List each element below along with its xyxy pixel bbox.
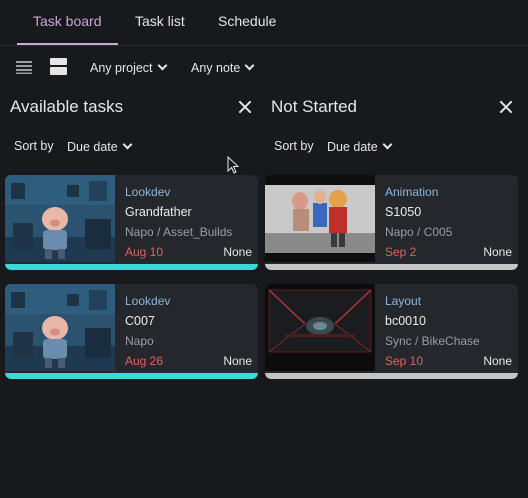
sort-value: Due date: [327, 140, 378, 154]
list-view-icon[interactable]: [16, 60, 32, 74]
sort-dropdown[interactable]: Due date: [327, 139, 393, 154]
column-title: Available tasks: [10, 97, 124, 116]
tab-task-board[interactable]: Task board: [33, 13, 101, 29]
column-title: Not Started: [271, 97, 357, 116]
task-assignee: None: [483, 245, 512, 259]
task-status: Lookdev: [125, 185, 171, 199]
tab-schedule[interactable]: Schedule: [218, 13, 276, 29]
task-assignee: None: [223, 354, 252, 368]
chevron-down-icon: [157, 60, 167, 71]
sort-label: Sort by: [14, 139, 54, 153]
chevron-down-icon: [122, 139, 133, 150]
task-status: Layout: [385, 294, 422, 308]
task-card[interactable]: Lookdev C007 Napo Aug 26 None: [5, 284, 258, 379]
task-status: Animation: [385, 185, 439, 199]
task-name: S1050: [385, 205, 422, 219]
task-thumbnail: [5, 284, 115, 371]
task-project-path: Napo / Asset_Builds: [125, 225, 233, 239]
task-project-path: Sync / BikeChase: [385, 334, 480, 348]
task-name: C007: [125, 314, 155, 328]
task-thumbnail: [265, 175, 375, 262]
task-status: Lookdev: [125, 294, 171, 308]
chevron-down-icon: [382, 139, 393, 150]
tab-bar: Task board Task list Schedule: [0, 0, 528, 46]
task-thumbnail: [5, 175, 115, 262]
close-icon[interactable]: [499, 100, 513, 114]
tab-task-list[interactable]: Task list: [135, 13, 185, 29]
board-view-icon[interactable]: [50, 58, 67, 75]
task-card[interactable]: Layout bc0010 Sync / BikeChase Sep 10 No…: [265, 284, 518, 379]
task-assignee: None: [483, 354, 512, 368]
progress-bar: [265, 264, 518, 270]
project-filter-dropdown[interactable]: Any project: [90, 60, 167, 75]
task-due-date: Sep 2: [385, 245, 417, 259]
task-card[interactable]: Animation S1050 Napo / C005 Sep 2 None: [265, 175, 518, 270]
progress-bar: [5, 264, 258, 270]
active-tab-indicator: [17, 43, 118, 45]
project-filter-label: Any project: [90, 61, 153, 75]
task-project-path: Napo / C005: [385, 225, 453, 239]
sort-label: Sort by: [274, 139, 314, 153]
task-name: Grandfather: [125, 205, 192, 219]
task-thumbnail: [265, 284, 375, 371]
progress-bar: [5, 373, 258, 379]
task-due-date: Sep 10: [385, 354, 424, 368]
sort-value: Due date: [67, 140, 118, 154]
task-due-date: Aug 10: [125, 245, 164, 259]
task-project-path: Napo: [125, 334, 154, 348]
mouse-pointer-icon: [227, 155, 240, 174]
progress-bar: [265, 373, 518, 379]
task-card[interactable]: Lookdev Grandfather Napo / Asset_Builds …: [5, 175, 258, 270]
task-name: bc0010: [385, 314, 427, 328]
note-filter-dropdown[interactable]: Any note: [191, 60, 255, 75]
task-due-date: Aug 26: [125, 354, 164, 368]
close-icon[interactable]: [238, 100, 252, 114]
task-board-app: Task board Task list Schedule Any projec…: [0, 0, 528, 498]
task-assignee: None: [223, 245, 252, 259]
sort-dropdown[interactable]: Due date: [67, 139, 133, 154]
toolbar: Any project Any note: [0, 46, 528, 90]
chevron-down-icon: [244, 60, 255, 71]
note-filter-label: Any note: [191, 61, 241, 75]
